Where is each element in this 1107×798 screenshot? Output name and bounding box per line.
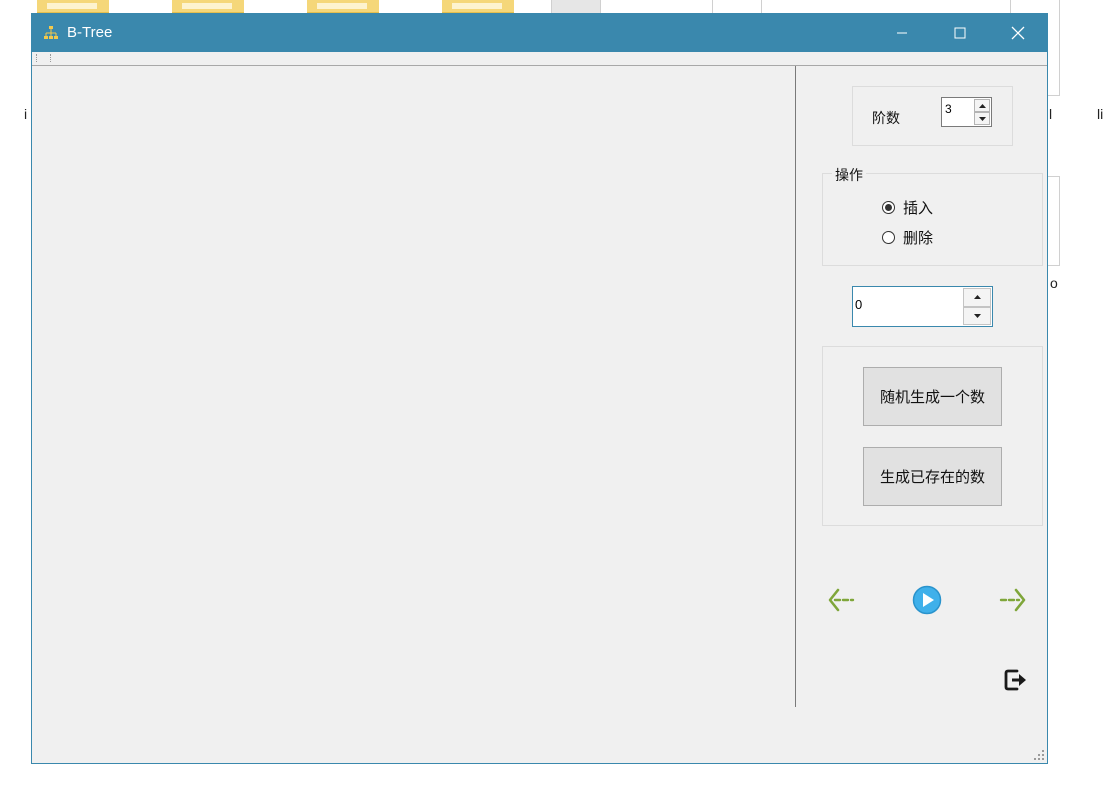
delete-radio[interactable]: 删除 (882, 227, 933, 248)
control-panel: 阶数 3 操作 插入 删除 0 随机生成一个数 生成已存在的数 (796, 66, 1047, 707)
existing-number-button[interactable]: 生成已存在的数 (863, 447, 1002, 506)
close-icon (1011, 26, 1025, 40)
number-value: 0 (855, 297, 863, 312)
toolstrip-grip[interactable] (50, 54, 53, 62)
arrow-left-icon (828, 588, 855, 612)
insert-radio[interactable]: 插入 (882, 197, 933, 218)
order-spinner[interactable]: 3 (941, 97, 992, 127)
order-label: 阶数 (872, 111, 900, 127)
delete-label: 删除 (903, 229, 934, 247)
tool-strip (32, 52, 1047, 66)
exit-button[interactable] (1002, 666, 1030, 694)
radio-selected-icon (882, 201, 895, 214)
resize-grip-icon[interactable] (1033, 749, 1045, 761)
folder-icon (172, 0, 244, 14)
number-up-button[interactable] (963, 288, 991, 307)
title-bar[interactable]: B-Tree (32, 14, 1047, 52)
order-box: 阶数 3 (852, 86, 1013, 146)
window-title: B-Tree (67, 24, 113, 41)
folder-icon (307, 0, 379, 14)
arrow-right-icon (999, 588, 1026, 612)
operation-group: 操作 插入 删除 (822, 165, 1043, 266)
desktop-label: l (1049, 106, 1053, 122)
next-step-button[interactable] (996, 584, 1028, 616)
minimize-button[interactable] (879, 14, 925, 52)
number-down-button[interactable] (963, 306, 991, 325)
chevron-up-icon (973, 295, 981, 300)
maximize-icon (954, 27, 966, 39)
play-icon (912, 585, 942, 615)
exit-icon (1004, 669, 1026, 691)
maximize-button[interactable] (937, 14, 983, 52)
random-number-button[interactable]: 随机生成一个数 (863, 367, 1002, 426)
radio-unselected-icon (882, 231, 895, 244)
desktop-label: o (1050, 275, 1058, 291)
desktop-label: i (24, 106, 28, 122)
insert-label: 插入 (903, 199, 934, 217)
app-window: B-Tree 阶数 3 操作 插入 删除 0 随机生成一个数 生成已存在的数 (31, 13, 1048, 764)
order-value: 3 (945, 102, 952, 116)
desktop-label: li (1097, 106, 1104, 122)
chevron-down-icon (978, 116, 986, 121)
toolstrip-grip[interactable] (36, 54, 39, 62)
previous-step-button[interactable] (826, 584, 858, 616)
folder-icon (442, 0, 514, 14)
play-button[interactable] (911, 584, 943, 616)
folder-icon (37, 0, 109, 14)
order-up-button[interactable] (974, 99, 990, 112)
number-input[interactable]: 0 (852, 286, 993, 327)
close-button[interactable] (995, 14, 1041, 52)
chevron-down-icon (973, 313, 981, 318)
operation-legend: 操作 (832, 165, 866, 185)
tree-structure-icon (43, 25, 59, 41)
order-down-button[interactable] (974, 112, 990, 125)
tree-canvas[interactable] (32, 66, 796, 707)
generate-group: 随机生成一个数 生成已存在的数 (822, 346, 1043, 526)
chevron-up-icon (978, 103, 986, 108)
minimize-icon (897, 32, 907, 34)
